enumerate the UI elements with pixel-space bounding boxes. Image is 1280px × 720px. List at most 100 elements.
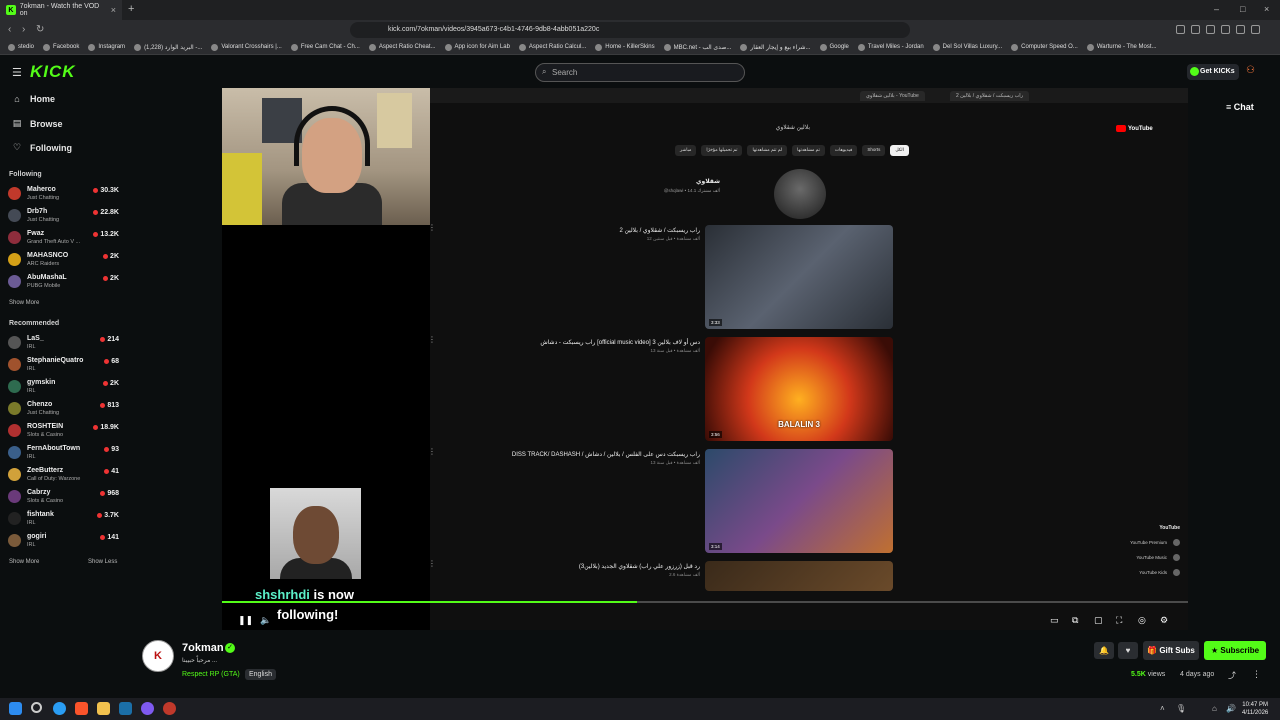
bookmark-item[interactable]: stedio [8, 43, 34, 51]
reload-icon[interactable]: ↻ [36, 24, 44, 35]
settings-icon[interactable]: ⚙ [1160, 615, 1168, 626]
minimize-icon[interactable]: – [1214, 4, 1219, 14]
sidebar-channel-maherco[interactable]: Maherco Just Chatting 30.3K [8, 184, 121, 204]
user-avatar-icon[interactable]: ⚇ [1246, 65, 1258, 77]
category-link[interactable]: Respect RP (GTA) [182, 671, 240, 678]
bookmark-item[interactable]: Aspect Ratio Cheat... [368, 43, 436, 51]
bookmark-item[interactable]: Warturne - The Most... [1086, 43, 1157, 51]
fullscreen-icon[interactable]: ⛶ [1116, 615, 1122, 626]
address-bar[interactable]: kick.com/7okman/videos/3945a673-c4b1-474… [350, 22, 910, 38]
show-less-recommended[interactable]: Show Less [88, 559, 117, 565]
sidebar-channel-abumashal[interactable]: AbuMashaL PUBG Mobile 2K [8, 272, 121, 292]
windows-start-icon[interactable] [9, 702, 22, 715]
back-icon[interactable]: ‹ [8, 24, 11, 35]
new-tab-icon[interactable]: + [128, 3, 134, 15]
nav-following[interactable]: ♡ Following [12, 142, 72, 153]
browser-tab[interactable]: K 7okman - Watch the VOD on × [0, 0, 122, 20]
search-taskbar-icon[interactable] [31, 702, 42, 713]
sidebar-channel-fwaz[interactable]: Fwaz Grand Theft Auto V ... 13.2K [8, 228, 121, 248]
kick-logo[interactable]: KICK [30, 62, 76, 82]
bookmark-item[interactable]: App icon for Aim Lab [444, 43, 510, 51]
bookmark-item[interactable]: Valorant Crosshairs |... [211, 43, 282, 51]
show-more-following[interactable]: Show More [9, 300, 39, 306]
extension-icon[interactable] [1176, 25, 1185, 34]
yt-sidebar: YouTube YouTube Premium YouTube Music Yo… [1086, 123, 1186, 623]
mic-icon[interactable]: 🎙 [1176, 704, 1186, 713]
steam-icon[interactable] [119, 702, 132, 715]
chat-toggle-button[interactable]: ≡ Chat [1226, 102, 1254, 112]
file-explorer-icon[interactable] [97, 702, 110, 715]
gift-subs-button[interactable]: 🎁 Gift Subs [1143, 641, 1199, 660]
sidebar-channel-cabrzy[interactable]: Cabrzy Slots & Casino 968 [8, 487, 121, 507]
volume-icon[interactable]: 🔈 [260, 615, 271, 626]
extension-icon[interactable] [1221, 25, 1230, 34]
sidebar-channel-zeebutterz[interactable]: ZeeButterz Call of Duty: Warzone 41 [8, 465, 121, 485]
channel-avatar[interactable]: K [142, 640, 174, 672]
bookmark-item[interactable]: Instagram [88, 43, 125, 51]
share-icon[interactable]: ⤴ [1228, 670, 1236, 681]
brave-icon[interactable] [75, 702, 88, 715]
subscribe-button[interactable]: ★ Subscribe [1204, 641, 1266, 660]
pause-icon[interactable]: ❚❚ [238, 615, 253, 626]
video-player[interactable]: بلالين شقلاوي - YouTube راب ريسبكت / شقل… [222, 88, 1188, 630]
tray-chevron-icon[interactable]: ˄ [1160, 704, 1165, 713]
nav-home[interactable]: ⌂ Home [12, 94, 55, 104]
bookmark-item[interactable]: شراء بيع و إيجار العقار... [740, 43, 811, 51]
search-input[interactable]: ⌕ Search [535, 63, 745, 82]
channel-category: Just Chatting [27, 410, 60, 416]
extension-icon[interactable] [1206, 25, 1215, 34]
bookmark-item[interactable]: Travel Miles - Jordan [857, 43, 924, 51]
clip-icon[interactable]: ▢ [1094, 615, 1103, 626]
language-tag[interactable]: English [245, 669, 276, 680]
sidebar-channel-stephaniequatro[interactable]: StephanieQuatro IRL 68 [8, 355, 121, 375]
system-clock[interactable]: 10:47 PM 4/11/2026 [1242, 701, 1268, 717]
channel-avatar [8, 512, 21, 525]
bookmark-item[interactable]: Aspect Ratio Calcul... [518, 43, 586, 51]
sidebar-channel-las_[interactable]: LaS_ IRL 214 [8, 333, 121, 353]
video-progress-bar[interactable] [222, 601, 1188, 603]
bookmark-item[interactable]: Home - KillerSkins [595, 43, 655, 51]
sidebar-channel-roshtein[interactable]: ROSHTEIN Slots & Casino 18.9K [8, 421, 121, 441]
more-options-icon[interactable]: ⋮ [1252, 669, 1261, 680]
bookmark-item[interactable]: Facebook [43, 43, 79, 51]
obs-icon[interactable] [163, 702, 176, 715]
sidebar-channel-chenzo[interactable]: Chenzo Just Chatting 813 [8, 399, 121, 419]
sidebar-channel-gogiri[interactable]: gogiri IRL 141 [8, 531, 121, 551]
maximize-icon[interactable]: □ [1240, 4, 1245, 14]
notification-bell-icon[interactable]: 🔔 [1094, 642, 1114, 659]
get-kicks-button[interactable]: Get KICKs [1187, 64, 1239, 80]
extension-icon[interactable] [1191, 25, 1200, 34]
channel-name[interactable]: 7okman [182, 642, 224, 654]
pip-icon[interactable]: ⧉ [1072, 615, 1078, 626]
gift-label: Gift Subs [1159, 646, 1195, 655]
sidebar-channel-fernabouttown[interactable]: FernAboutTown IRL 93 [8, 443, 121, 463]
bookmark-item[interactable]: MBC.net - صدى الب... [663, 43, 731, 51]
forward-icon[interactable]: › [22, 24, 25, 35]
follow-heart-icon[interactable]: ♥ [1118, 642, 1138, 659]
close-tab-icon[interactable]: × [111, 5, 116, 15]
yt-more-icon: ⋮ [428, 335, 436, 344]
bookmark-item[interactable]: (1,228) البريد الوارد -... [134, 43, 202, 51]
bookmark-item[interactable]: Del Sol Villas Luxury... [932, 43, 1002, 51]
edge-icon[interactable] [53, 702, 66, 715]
theater-mode-icon[interactable]: ▭ [1050, 615, 1059, 626]
sidebar-channel-mahasnco[interactable]: MAHASNCO ARC Raiders 2K [8, 250, 121, 270]
quality-icon[interactable]: ◎ [1138, 615, 1146, 626]
sidebar-channel-drb7h[interactable]: Drb7h Just Chatting 22.8K [8, 206, 121, 226]
extension-icon[interactable] [1251, 25, 1260, 34]
extension-icon[interactable] [1236, 25, 1245, 34]
bookmark-item[interactable]: Computer Speed O... [1011, 43, 1078, 51]
sidebar-channel-gymskin[interactable]: gymskin IRL 2K [8, 377, 121, 397]
yt-more-icon: ⋮ [428, 559, 436, 568]
bookmark-item[interactable]: Google [819, 43, 849, 51]
bookmark-item[interactable]: Free Cam Chat - Ch... [290, 43, 360, 51]
discord-icon[interactable] [141, 702, 154, 715]
volume-tray-icon[interactable]: 🔊 [1226, 704, 1236, 713]
bookmark-favicon-icon [595, 43, 603, 51]
close-window-icon[interactable]: × [1264, 4, 1269, 14]
show-more-recommended[interactable]: Show More [9, 559, 39, 565]
menu-icon[interactable]: ☰ [12, 66, 22, 79]
sidebar-channel-fishtank[interactable]: fishtank IRL 3.7K [8, 509, 121, 529]
nav-browse[interactable]: ▤ Browse [12, 118, 63, 129]
network-icon[interactable]: ⌂ [1212, 704, 1217, 713]
